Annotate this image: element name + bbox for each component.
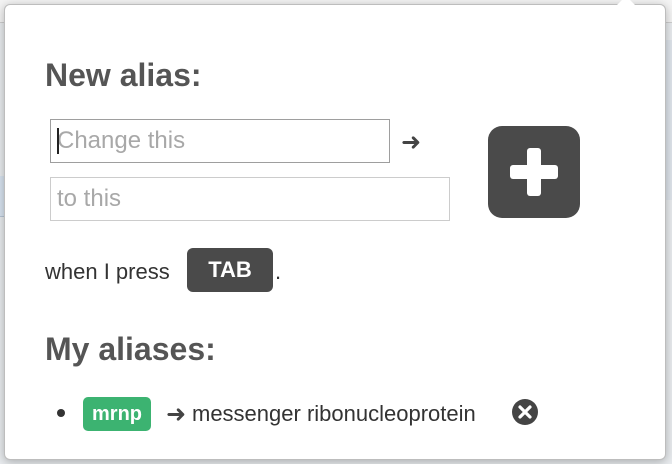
remove-alias-button[interactable] — [511, 398, 539, 426]
alias-expansion-text: messenger ribonucleoprotein — [192, 401, 476, 426]
text-cursor — [57, 128, 59, 154]
trigger-suffix-text: . — [275, 259, 282, 284]
trigger-key-badge: TAB — [187, 248, 273, 292]
popup-caret — [616, 0, 636, 6]
add-alias-button[interactable] — [488, 126, 580, 218]
alias-to-input[interactable] — [50, 177, 450, 221]
plus-icon — [510, 148, 558, 196]
alias-badge: mrnp — [83, 397, 151, 431]
alias-popup: New alias: ➜ when I press TAB . My alias… — [4, 0, 666, 460]
arrow-right-icon: ➜ — [166, 401, 187, 428]
new-alias-heading: New alias: — [45, 57, 202, 93]
close-circle-icon — [512, 399, 538, 425]
alias-from-input[interactable] — [50, 119, 390, 163]
list-bullet — [57, 409, 65, 417]
my-aliases-heading: My aliases: — [45, 331, 216, 367]
background-page-strip — [666, 40, 672, 200]
arrow-right-icon: ➜ — [401, 129, 422, 156]
trigger-prefix-text: when I press — [45, 259, 170, 284]
